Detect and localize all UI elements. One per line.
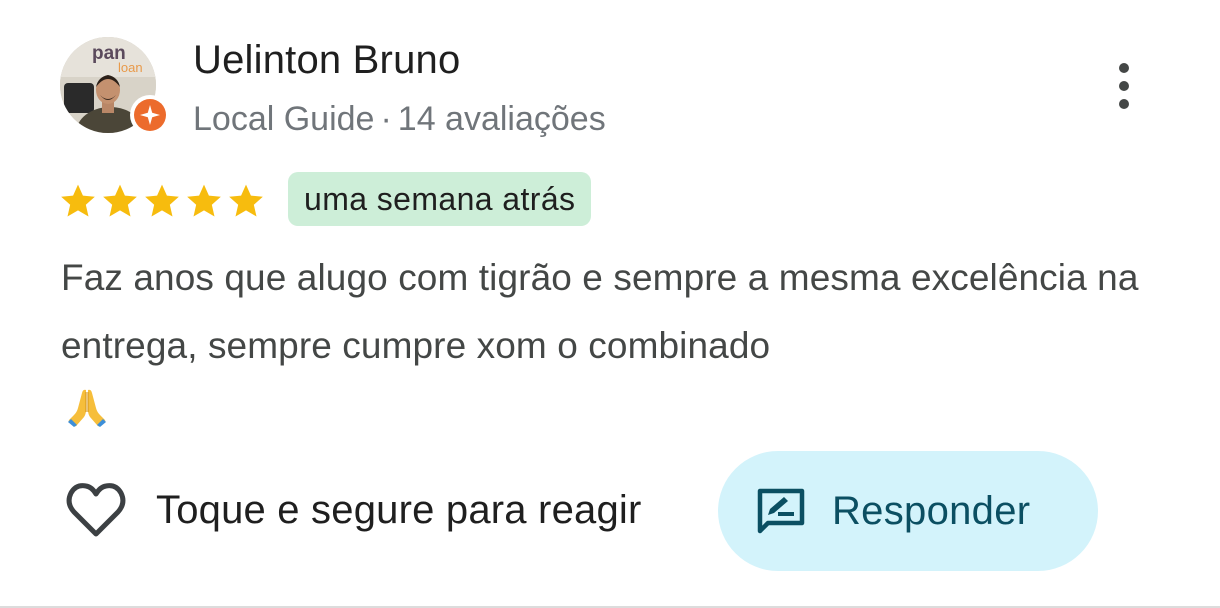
star-icon [61, 184, 95, 217]
star-icon [187, 184, 221, 217]
reply-button[interactable]: Responder [718, 451, 1098, 571]
heart-outline-icon[interactable] [64, 480, 128, 540]
reviewer-meta: Local Guide · 14 avaliações [193, 100, 606, 139]
reply-label: Responder [832, 488, 1031, 533]
review-card: pan loan Uelinton Bruno Local Guide · 14 a… [0, 0, 1220, 606]
local-guide-star-icon [140, 105, 160, 125]
more-vert-icon [1119, 63, 1129, 73]
rate-review-icon [757, 488, 805, 534]
avatar-sign-text-2: loan [118, 60, 143, 75]
reviewer-name[interactable]: Uelinton Bruno [193, 38, 460, 83]
star-icon [103, 184, 137, 217]
react-area[interactable]: Toque e segure para reagir [64, 480, 642, 540]
local-guide-label: Local Guide [193, 100, 375, 138]
review-time-badge: uma semana atrás [288, 172, 592, 226]
local-guide-badge [130, 95, 170, 135]
more-options-button[interactable] [1104, 58, 1144, 114]
reviewer-avatar-wrap[interactable]: pan loan [60, 37, 170, 135]
react-label: Toque e segure para reagir [156, 487, 642, 532]
review-count: 14 avaliações [397, 100, 606, 138]
star-icon [229, 184, 263, 217]
review-text: Faz anos que alugo com tigrão e sempre a… [61, 257, 1139, 366]
folded-hands-emoji [68, 389, 106, 427]
meta-separator: · [380, 100, 392, 138]
star-icon [145, 184, 179, 217]
star-rating [58, 181, 266, 221]
